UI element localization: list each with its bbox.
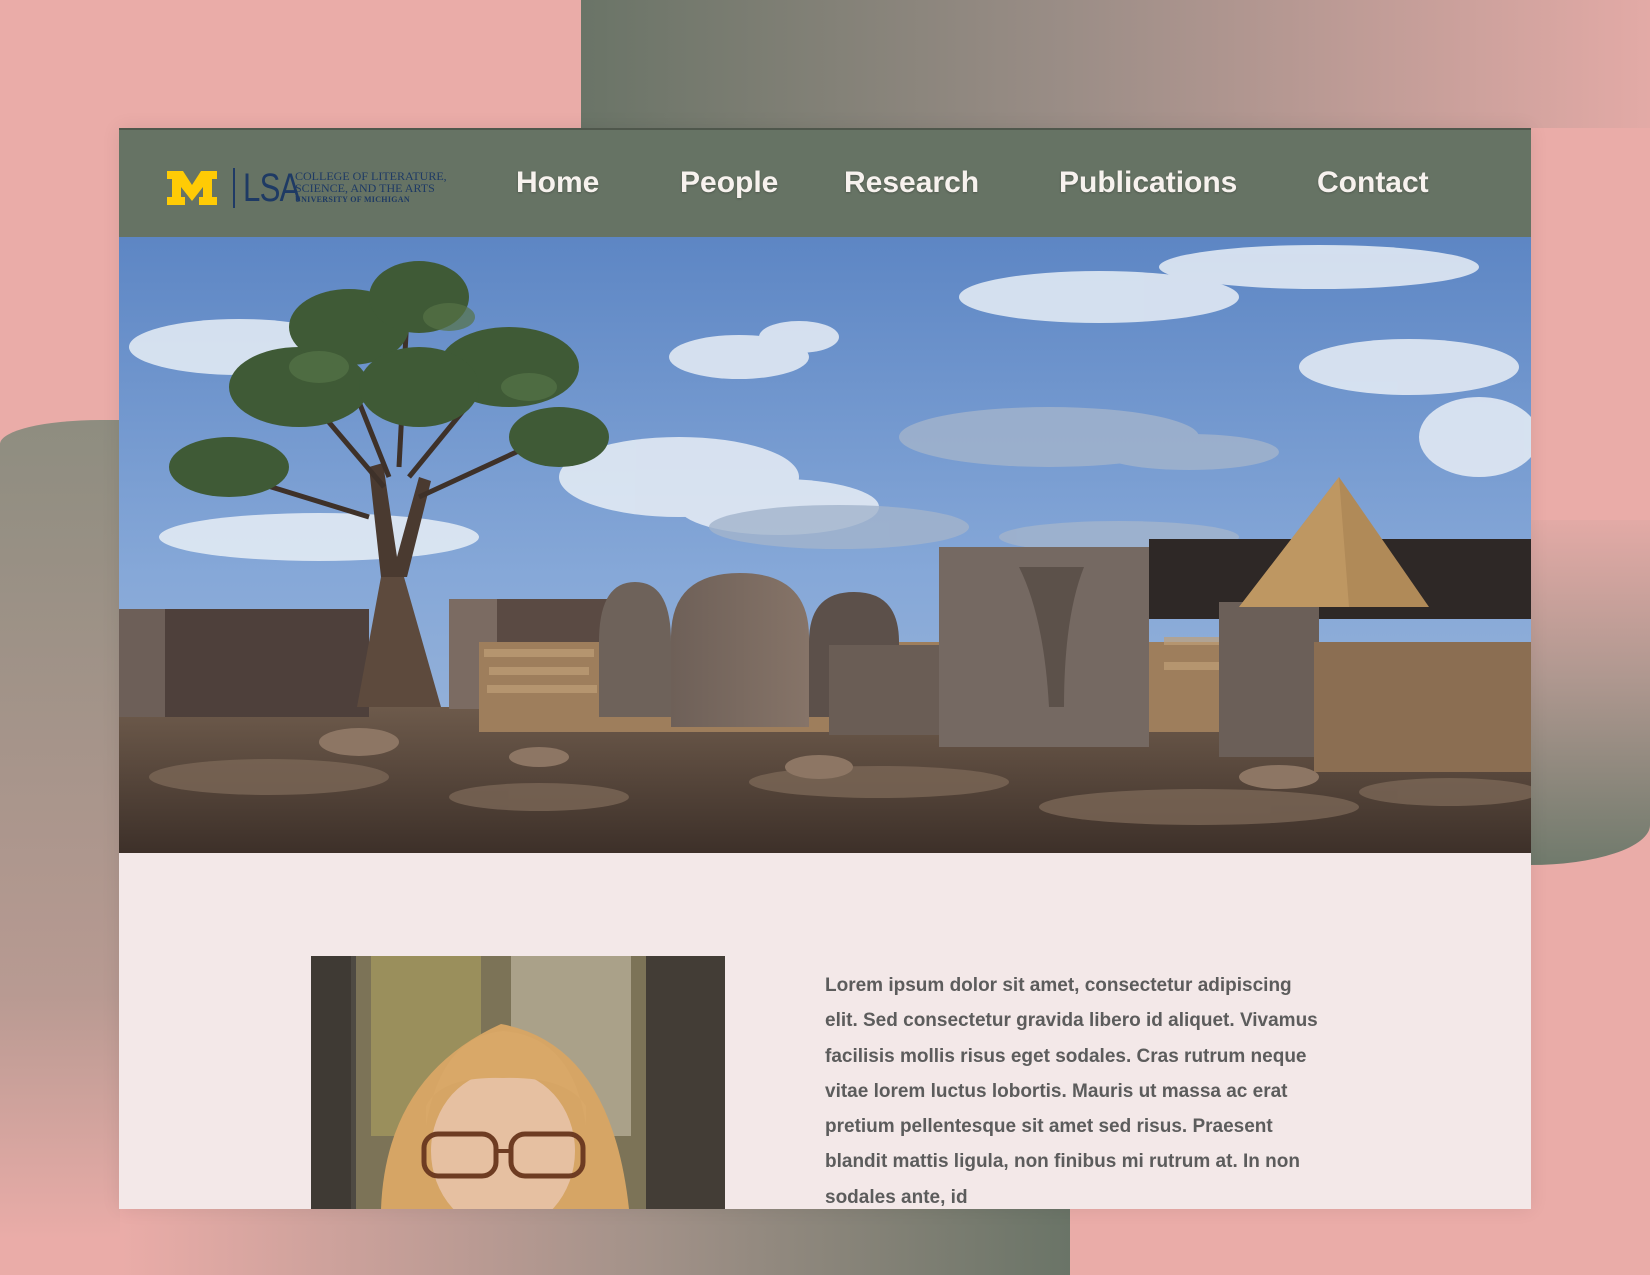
village-baobab-photo bbox=[119, 237, 1531, 853]
navbar: LSA COLLEGE OF LITERATURE, SCIENCE, AND … bbox=[119, 128, 1531, 239]
nav-contact[interactable]: Contact bbox=[1317, 166, 1429, 200]
background-band-bottom bbox=[120, 1208, 1070, 1275]
intro-paragraph: Lorem ipsum dolor sit amet, consectetur … bbox=[825, 975, 1318, 1208]
website-mockup: LSA COLLEGE OF LITERATURE, SCIENCE, AND … bbox=[119, 128, 1531, 1209]
background-band-top bbox=[581, 0, 1650, 128]
nav-people[interactable]: People bbox=[680, 166, 778, 200]
main-nav: Home People Research Publications Contac… bbox=[119, 130, 1531, 239]
content-section: Lorem ipsum dolor sit amet, consectetur … bbox=[119, 853, 1531, 1209]
person-portrait-image bbox=[311, 956, 725, 1209]
nav-home[interactable]: Home bbox=[516, 166, 599, 200]
portrait-photo bbox=[311, 956, 725, 1209]
nav-research[interactable]: Research bbox=[844, 166, 979, 200]
nav-publications[interactable]: Publications bbox=[1059, 166, 1237, 200]
hero-image bbox=[119, 237, 1531, 853]
